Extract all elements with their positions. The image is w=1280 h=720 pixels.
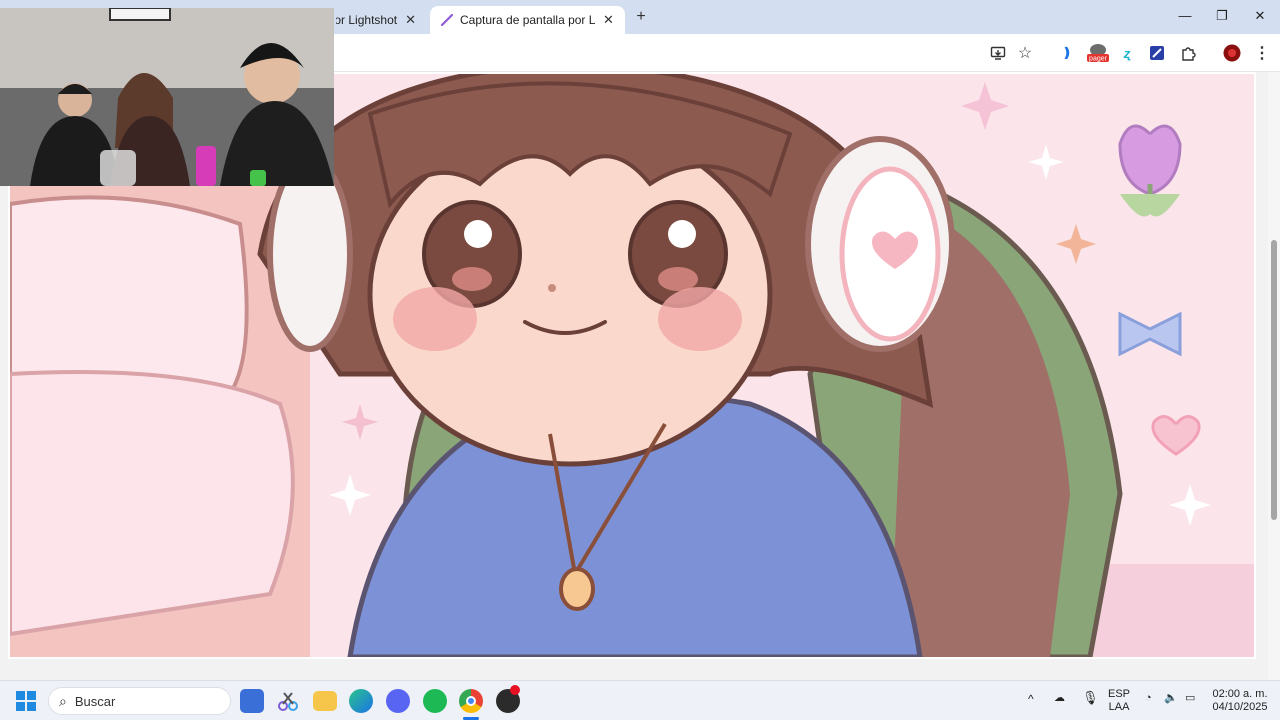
clock[interactable]: 02:00 a. m. 04/10/2025 [1208, 688, 1272, 714]
close-icon[interactable]: ✕ [603, 12, 614, 28]
browser-window: Captura de pantalla por Lightshot ✕ Capt… [0, 0, 1280, 680]
obs-icon[interactable] [496, 685, 520, 713]
time: 02:00 a. m. [1212, 688, 1268, 700]
language-indicator[interactable]: ESP LAA [1108, 688, 1130, 714]
layout-code: LAA [1108, 701, 1130, 713]
discord-icon[interactable] [386, 689, 410, 713]
profile-avatar[interactable] [1222, 43, 1242, 63]
tab-title: Captura de pantalla por Lightshot [336, 13, 398, 27]
restore-icon[interactable]: ❐ [1212, 8, 1232, 24]
microphone-icon[interactable]: 🎙 [1082, 691, 1099, 704]
webcam-overlay [0, 8, 334, 186]
date: 04/10/2025 [1212, 701, 1268, 713]
store-icon[interactable] [240, 689, 264, 713]
battery-icon[interactable]: ▭ [1185, 692, 1195, 705]
chevron-up-icon[interactable]: ^ [1028, 693, 1034, 706]
close-icon[interactable]: ✕ [405, 12, 416, 28]
taskbar: ⌕ Buscar ^ ☁ 🎙 ESP LAA ◔ 🔈 ▭ 02:00 a. m.… [0, 680, 1280, 720]
bookmark-star-icon[interactable]: ☆ [1015, 43, 1035, 63]
screenshot-extension-icon[interactable] [1147, 43, 1167, 63]
wifi-icon[interactable]: ◔ [1145, 692, 1152, 705]
install-app-icon[interactable] [988, 43, 1008, 63]
snipping-tool-icon[interactable] [276, 689, 300, 713]
search-icon: ⌕ [59, 692, 67, 709]
tab-lightshot-1[interactable]: Captura de pantalla por Lightshot ✕ [334, 6, 426, 34]
pager-extension-icon[interactable]: pager [1085, 43, 1111, 63]
pager-label: pager [1089, 56, 1108, 63]
close-icon[interactable]: ✕ [1250, 8, 1270, 24]
menu-kebab-icon[interactable]: ⋮ [1252, 43, 1272, 63]
extensions-puzzle-icon[interactable] [1178, 43, 1198, 63]
lightshot-feather-icon [440, 13, 454, 27]
plus-icon[interactable]: + [632, 8, 650, 26]
edge-icon[interactable] [349, 689, 373, 713]
scrollbar-thumb[interactable] [1271, 240, 1277, 520]
windows-start-icon[interactable] [16, 691, 36, 711]
volume-icon[interactable]: 🔈 [1164, 692, 1178, 705]
read-aloud-icon[interactable]: ❫ [1057, 43, 1077, 63]
language-code: ESP [1108, 688, 1131, 700]
taskbar-search[interactable]: ⌕ Buscar [48, 687, 231, 715]
chrome-icon[interactable] [459, 689, 483, 713]
minimize-icon[interactable]: — [1175, 8, 1195, 23]
search-placeholder: Buscar [74, 693, 116, 709]
spotify-icon[interactable] [423, 689, 447, 713]
file-explorer-icon[interactable] [313, 691, 337, 711]
tab-lightshot-2[interactable]: Captura de pantalla por Lightshot ✕ [430, 6, 625, 34]
translate-extension-icon[interactable]: ʐ [1117, 43, 1137, 63]
tab-title: Captura de pantalla por Lightshot [460, 13, 595, 27]
onedrive-icon[interactable]: ☁ [1054, 692, 1065, 705]
scrollbar[interactable] [1268, 72, 1280, 680]
